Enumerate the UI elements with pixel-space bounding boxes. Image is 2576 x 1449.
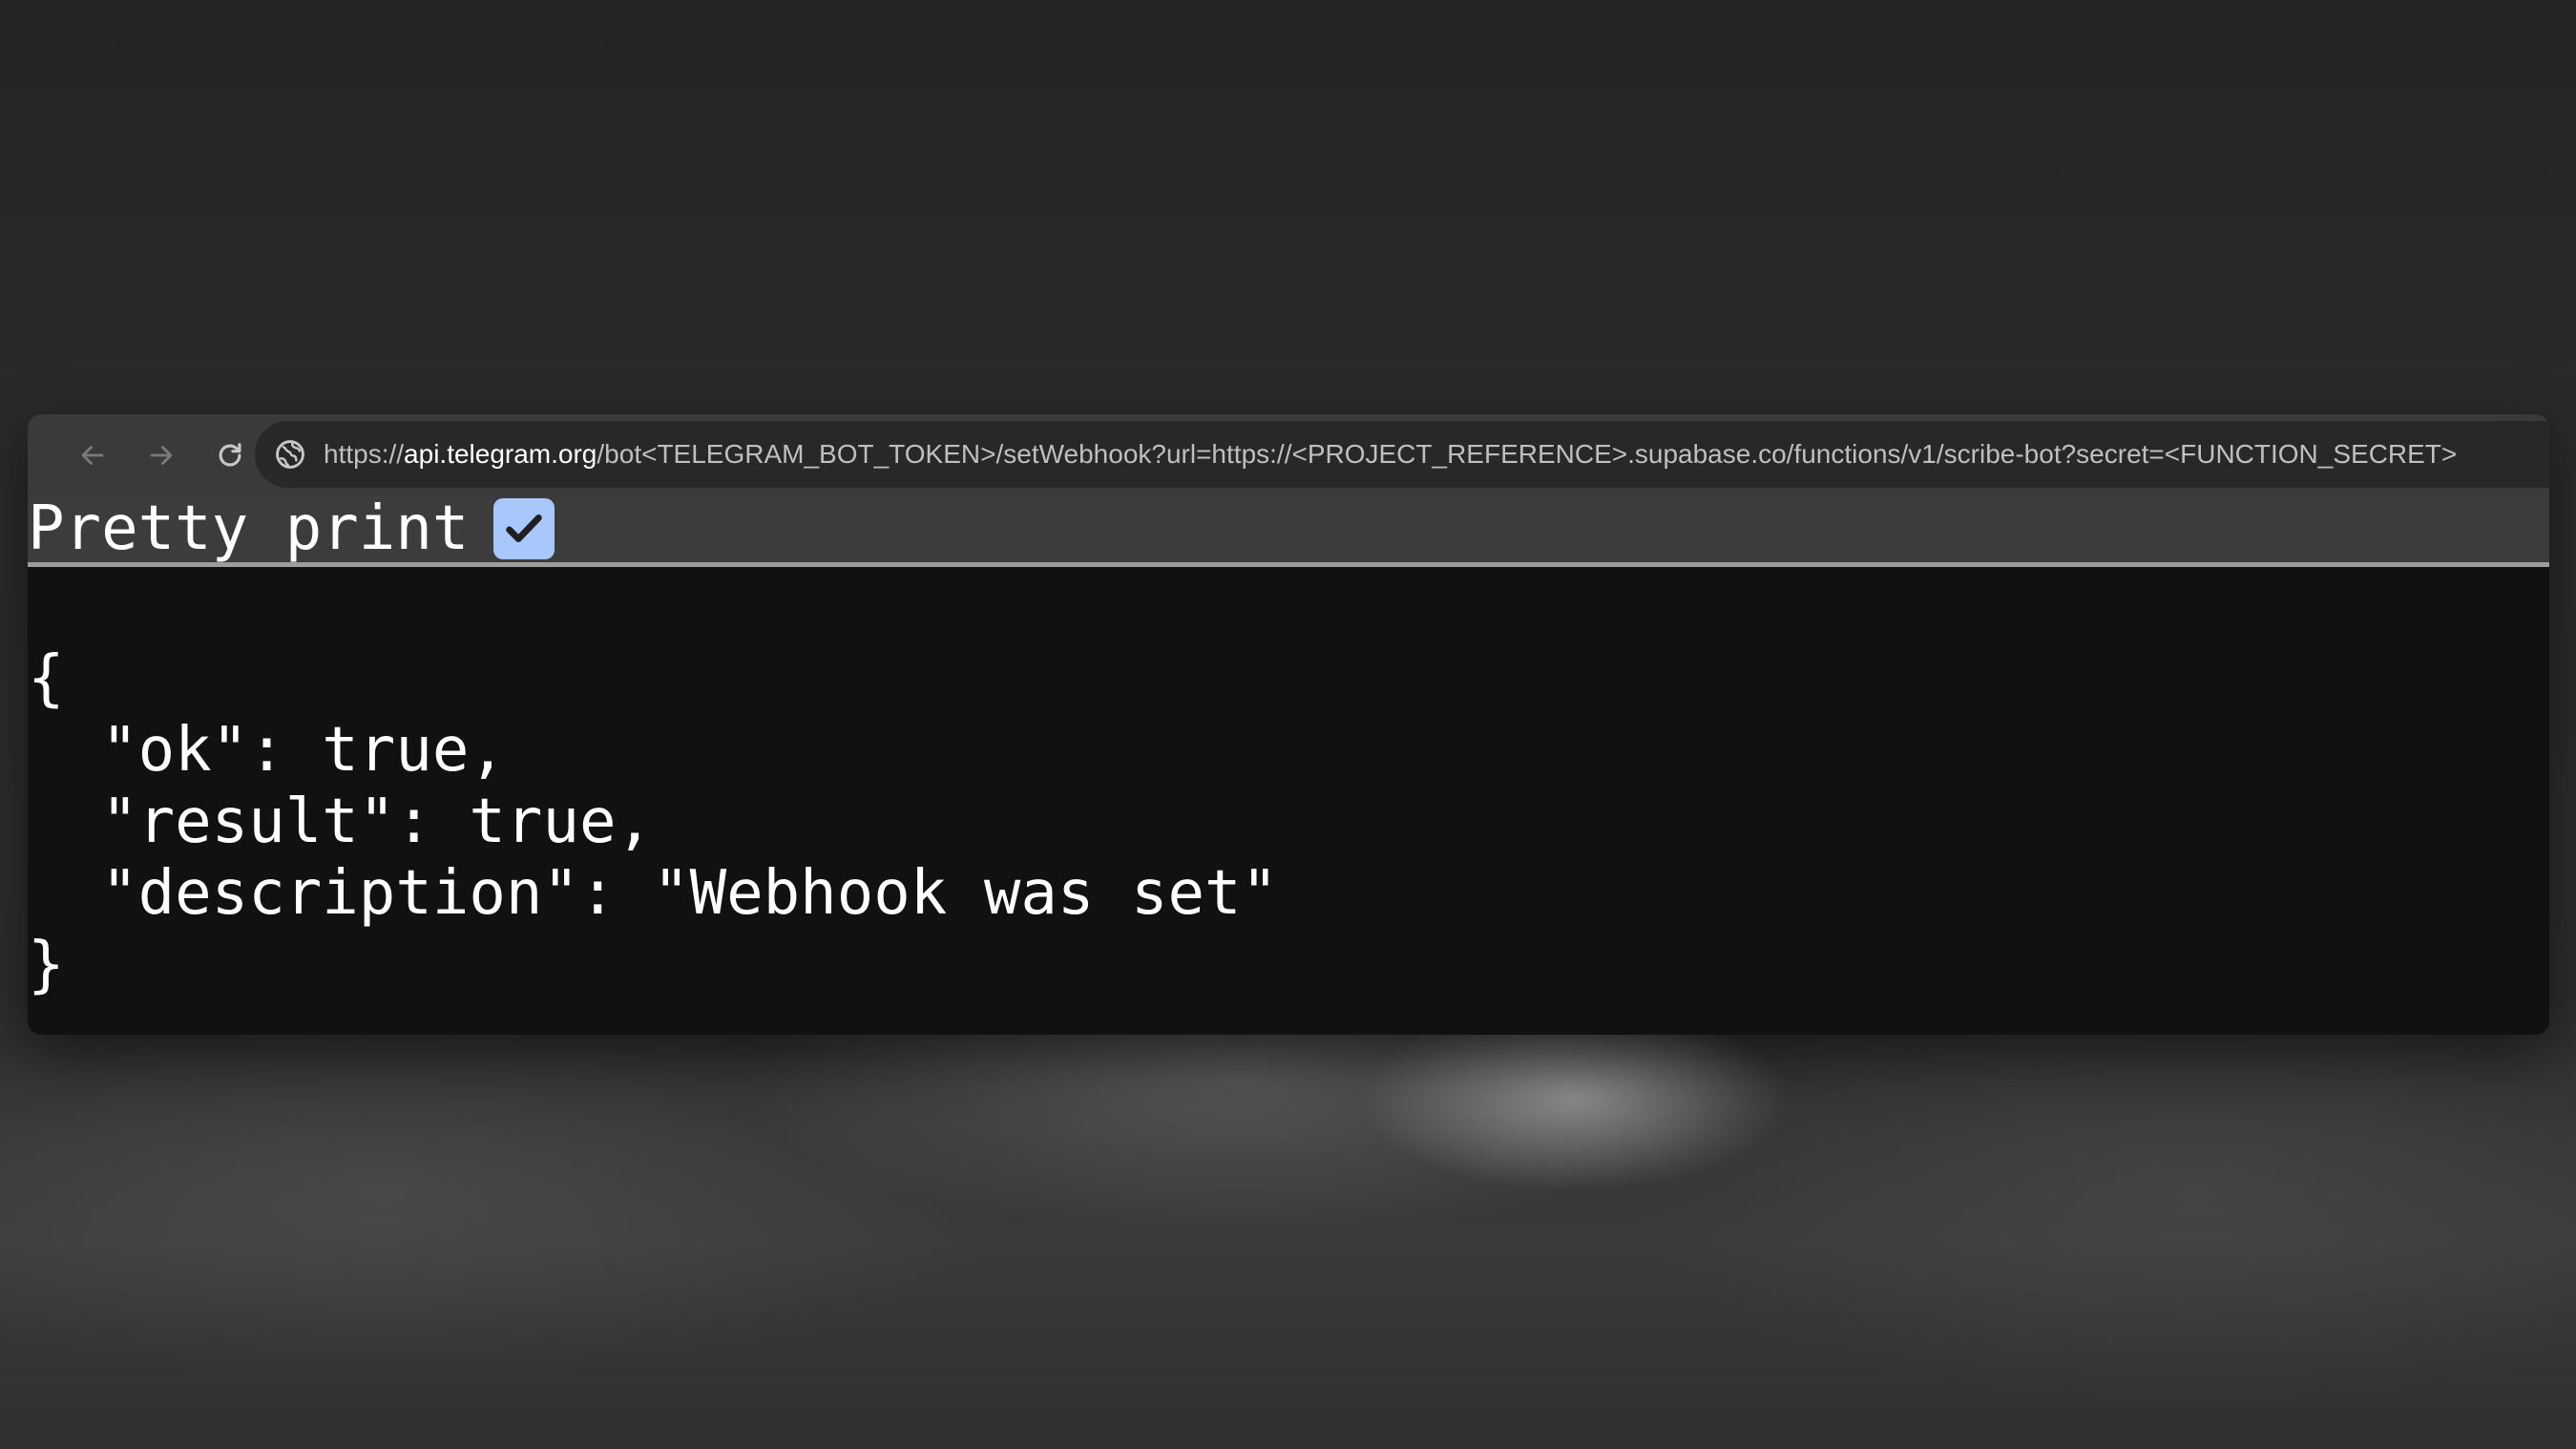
json-value-description: "Webhook was set"	[653, 858, 1279, 929]
json-close-brace: }	[28, 930, 65, 1000]
url-path: /bot<TELEGRAM_BOT_TOKEN>/setWebhook?url=…	[597, 439, 2458, 469]
pretty-print-checkbox[interactable]	[493, 498, 555, 559]
json-trail: ,	[469, 715, 506, 786]
back-arrow-icon	[81, 446, 104, 465]
reload-button[interactable]	[206, 431, 254, 479]
site-info-icon[interactable]	[274, 438, 306, 471]
url-host: api.telegram.org	[404, 439, 597, 469]
json-sep: :	[248, 715, 323, 786]
json-value-ok: true	[322, 715, 470, 786]
json-key-result: "result"	[101, 787, 396, 857]
checkmark-icon	[506, 514, 542, 542]
json-sep: :	[395, 787, 470, 857]
json-key-description: "description"	[101, 858, 579, 929]
forward-arrow-icon	[150, 446, 173, 465]
reload-icon	[219, 443, 241, 467]
pretty-print-label: Pretty print	[28, 494, 470, 564]
json-value-result: true	[469, 787, 617, 857]
forward-button[interactable]	[137, 431, 185, 479]
pretty-print-bar: Pretty print	[28, 495, 2549, 567]
json-response: { "ok": true, "result": true, "descripti…	[28, 643, 1278, 1001]
json-open-brace: {	[28, 643, 65, 714]
url-scheme: https://	[324, 439, 405, 469]
back-button[interactable]	[69, 431, 116, 479]
json-sep: :	[578, 858, 654, 929]
browser-toolbar: https://api.telegram.org/bot<TELEGRAM_BO…	[28, 414, 2549, 495]
url-text[interactable]: https://api.telegram.org/bot<TELEGRAM_BO…	[324, 421, 2457, 488]
address-bar[interactable]: https://api.telegram.org/bot<TELEGRAM_BO…	[255, 421, 2549, 488]
browser-window: https://api.telegram.org/bot<TELEGRAM_BO…	[28, 414, 2549, 1035]
json-key-ok: "ok"	[101, 715, 249, 786]
json-trail: ,	[616, 787, 654, 857]
